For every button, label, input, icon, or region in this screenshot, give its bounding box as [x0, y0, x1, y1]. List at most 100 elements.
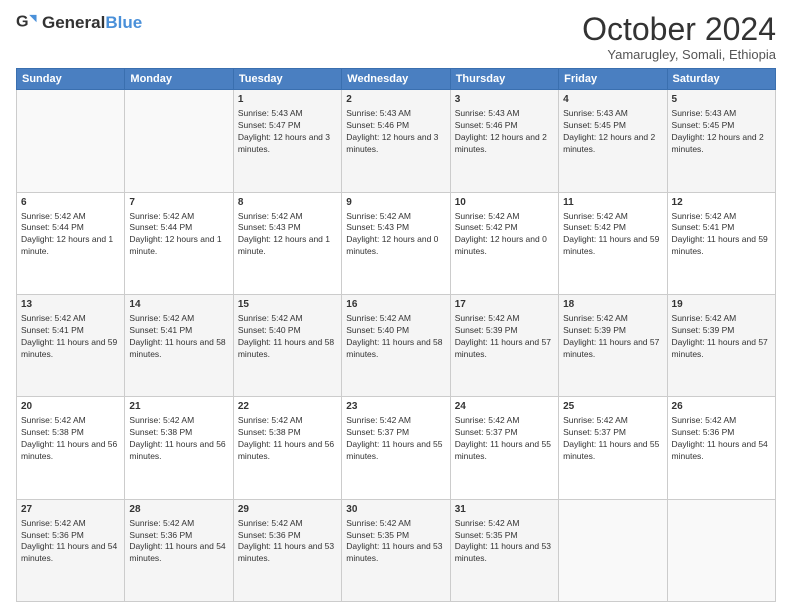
- day-info: Sunrise: 5:42 AM: [563, 415, 662, 427]
- calendar-cell: 16Sunrise: 5:42 AMSunset: 5:40 PMDayligh…: [342, 294, 450, 396]
- day-info: Sunset: 5:47 PM: [238, 120, 337, 132]
- day-number: 16: [346, 298, 445, 312]
- col-thursday: Thursday: [450, 69, 558, 90]
- day-number: 26: [672, 400, 771, 414]
- day-number: 28: [129, 503, 228, 517]
- day-info: Sunrise: 5:42 AM: [21, 415, 120, 427]
- day-info: Daylight: 12 hours and 3 minutes.: [238, 132, 337, 156]
- day-info: Sunrise: 5:42 AM: [563, 313, 662, 325]
- calendar-cell: 6Sunrise: 5:42 AMSunset: 5:44 PMDaylight…: [17, 192, 125, 294]
- day-info: Daylight: 11 hours and 56 minutes.: [238, 439, 337, 463]
- day-info: Sunrise: 5:42 AM: [455, 415, 554, 427]
- calendar-cell: 31Sunrise: 5:42 AMSunset: 5:35 PMDayligh…: [450, 499, 558, 601]
- day-info: Sunrise: 5:42 AM: [346, 518, 445, 530]
- title-block: October 2024 Yamarugley, Somali, Ethiopi…: [582, 12, 776, 62]
- day-info: Sunset: 5:35 PM: [346, 530, 445, 542]
- location-subtitle: Yamarugley, Somali, Ethiopia: [582, 47, 776, 62]
- day-info: Sunrise: 5:42 AM: [238, 313, 337, 325]
- day-info: Daylight: 11 hours and 53 minutes.: [238, 541, 337, 565]
- day-info: Sunset: 5:36 PM: [672, 427, 771, 439]
- day-info: Sunrise: 5:42 AM: [672, 415, 771, 427]
- calendar-cell: 1Sunrise: 5:43 AMSunset: 5:47 PMDaylight…: [233, 90, 341, 192]
- day-info: Sunset: 5:42 PM: [455, 222, 554, 234]
- svg-text:G: G: [16, 13, 29, 31]
- day-info: Daylight: 11 hours and 58 minutes.: [129, 337, 228, 361]
- calendar-cell: 2Sunrise: 5:43 AMSunset: 5:46 PMDaylight…: [342, 90, 450, 192]
- day-number: 22: [238, 400, 337, 414]
- calendar-cell: 10Sunrise: 5:42 AMSunset: 5:42 PMDayligh…: [450, 192, 558, 294]
- col-wednesday: Wednesday: [342, 69, 450, 90]
- calendar-cell: 7Sunrise: 5:42 AMSunset: 5:44 PMDaylight…: [125, 192, 233, 294]
- logo-blue: Blue: [105, 14, 142, 33]
- day-number: 20: [21, 400, 120, 414]
- day-info: Daylight: 12 hours and 1 minute.: [238, 234, 337, 258]
- month-title: October 2024: [582, 12, 776, 47]
- day-info: Sunrise: 5:42 AM: [672, 313, 771, 325]
- day-info: Sunrise: 5:42 AM: [238, 415, 337, 427]
- day-info: Daylight: 11 hours and 55 minutes.: [455, 439, 554, 463]
- day-info: Sunrise: 5:43 AM: [672, 108, 771, 120]
- calendar-table: Sunday Monday Tuesday Wednesday Thursday…: [16, 68, 776, 602]
- day-info: Sunrise: 5:42 AM: [238, 211, 337, 223]
- day-info: Sunset: 5:37 PM: [455, 427, 554, 439]
- day-info: Daylight: 11 hours and 56 minutes.: [129, 439, 228, 463]
- day-info: Sunset: 5:39 PM: [455, 325, 554, 337]
- day-number: 17: [455, 298, 554, 312]
- day-info: Sunset: 5:37 PM: [563, 427, 662, 439]
- logo-general: General: [42, 14, 105, 33]
- day-info: Daylight: 11 hours and 57 minutes.: [455, 337, 554, 361]
- day-info: Daylight: 11 hours and 54 minutes.: [129, 541, 228, 565]
- calendar-cell: 21Sunrise: 5:42 AMSunset: 5:38 PMDayligh…: [125, 397, 233, 499]
- calendar-cell: 25Sunrise: 5:42 AMSunset: 5:37 PMDayligh…: [559, 397, 667, 499]
- day-info: Sunrise: 5:43 AM: [346, 108, 445, 120]
- day-info: Daylight: 11 hours and 53 minutes.: [455, 541, 554, 565]
- calendar-cell: 17Sunrise: 5:42 AMSunset: 5:39 PMDayligh…: [450, 294, 558, 396]
- day-info: Daylight: 11 hours and 54 minutes.: [21, 541, 120, 565]
- day-info: Sunrise: 5:42 AM: [21, 518, 120, 530]
- day-info: Daylight: 11 hours and 53 minutes.: [346, 541, 445, 565]
- day-info: Sunset: 5:39 PM: [672, 325, 771, 337]
- day-info: Daylight: 12 hours and 2 minutes.: [455, 132, 554, 156]
- day-info: Sunrise: 5:42 AM: [346, 313, 445, 325]
- calendar-cell: 18Sunrise: 5:42 AMSunset: 5:39 PMDayligh…: [559, 294, 667, 396]
- day-info: Sunset: 5:38 PM: [129, 427, 228, 439]
- col-sunday: Sunday: [17, 69, 125, 90]
- calendar-cell: 28Sunrise: 5:42 AMSunset: 5:36 PMDayligh…: [125, 499, 233, 601]
- week-row-1: 6Sunrise: 5:42 AMSunset: 5:44 PMDaylight…: [17, 192, 776, 294]
- day-info: Sunrise: 5:42 AM: [21, 313, 120, 325]
- day-number: 15: [238, 298, 337, 312]
- day-info: Daylight: 11 hours and 56 minutes.: [21, 439, 120, 463]
- logo-text: General Blue: [42, 14, 142, 33]
- day-number: 9: [346, 196, 445, 210]
- day-info: Sunset: 5:44 PM: [129, 222, 228, 234]
- day-info: Daylight: 11 hours and 59 minutes.: [21, 337, 120, 361]
- day-number: 21: [129, 400, 228, 414]
- day-info: Sunset: 5:46 PM: [346, 120, 445, 132]
- day-info: Daylight: 11 hours and 58 minutes.: [238, 337, 337, 361]
- day-info: Sunset: 5:36 PM: [129, 530, 228, 542]
- day-number: 5: [672, 93, 771, 107]
- day-info: Daylight: 12 hours and 1 minute.: [21, 234, 120, 258]
- day-info: Sunset: 5:40 PM: [346, 325, 445, 337]
- logo-icon: G: [16, 12, 38, 34]
- day-info: Sunset: 5:45 PM: [672, 120, 771, 132]
- week-row-0: 1Sunrise: 5:43 AMSunset: 5:47 PMDaylight…: [17, 90, 776, 192]
- day-info: Sunset: 5:40 PM: [238, 325, 337, 337]
- col-monday: Monday: [125, 69, 233, 90]
- day-info: Sunset: 5:38 PM: [21, 427, 120, 439]
- day-number: 7: [129, 196, 228, 210]
- col-friday: Friday: [559, 69, 667, 90]
- day-number: 31: [455, 503, 554, 517]
- day-number: 2: [346, 93, 445, 107]
- day-info: Sunrise: 5:43 AM: [563, 108, 662, 120]
- day-info: Sunrise: 5:42 AM: [346, 211, 445, 223]
- day-info: Sunset: 5:41 PM: [672, 222, 771, 234]
- day-number: 14: [129, 298, 228, 312]
- day-info: Daylight: 12 hours and 1 minute.: [129, 234, 228, 258]
- day-info: Sunset: 5:42 PM: [563, 222, 662, 234]
- calendar-cell: 19Sunrise: 5:42 AMSunset: 5:39 PMDayligh…: [667, 294, 775, 396]
- day-info: Daylight: 11 hours and 58 minutes.: [346, 337, 445, 361]
- day-info: Daylight: 11 hours and 55 minutes.: [563, 439, 662, 463]
- day-info: Sunrise: 5:42 AM: [455, 211, 554, 223]
- col-tuesday: Tuesday: [233, 69, 341, 90]
